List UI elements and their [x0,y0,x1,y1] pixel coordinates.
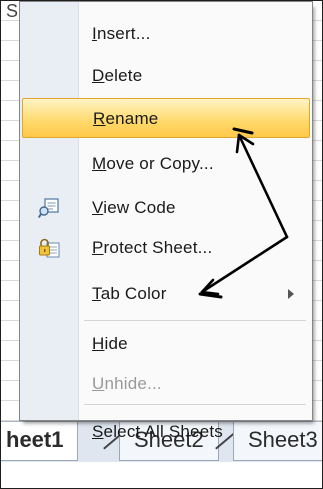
menu-item-label: Delete [92,66,143,85]
menu-item-insert[interactable]: Insert... [20,14,312,54]
protect-sheet-icon [39,238,60,258]
submenu-arrow-icon [288,289,294,299]
menu-separator [84,320,306,321]
menu-item-label: View Code [92,198,176,217]
screenshot-frame: S heet1 Sheet2 Sheet3 Insert... Delete R… [0,0,323,489]
menu-item-label: Select All Sheets [92,422,223,441]
menu-item-label: Hide [92,334,128,353]
menu-item-unhide: Unhide... [20,364,312,404]
menu-item-select-all-sheets[interactable]: Select All Sheets [20,412,312,452]
menu-item-label: Move or Copy... [92,154,214,173]
menu-item-label: Rename [93,109,159,128]
menu-item-move-or-copy[interactable]: Move or Copy... [20,144,312,184]
menu-item-label: Insert... [92,24,151,43]
menu-item-label: Unhide... [92,374,162,393]
cell-fragment: S [6,1,19,21]
view-code-icon [38,198,59,219]
menu-item-hide[interactable]: Hide [20,324,312,364]
menu-item-protect-sheet[interactable]: Protect Sheet... [20,228,312,268]
menu-separator [84,404,306,405]
menu-item-label: Protect Sheet... [92,238,213,257]
menu-item-tab-color[interactable]: Tab Color [20,274,312,314]
menu-item-label: Tab Color [92,284,167,303]
menu-item-view-code[interactable]: View Code [20,188,312,228]
context-menu: Insert... Delete Rename Move or Copy... … [19,1,313,441]
menu-item-delete[interactable]: Delete [20,56,312,96]
menu-item-rename[interactable]: Rename [22,98,310,138]
